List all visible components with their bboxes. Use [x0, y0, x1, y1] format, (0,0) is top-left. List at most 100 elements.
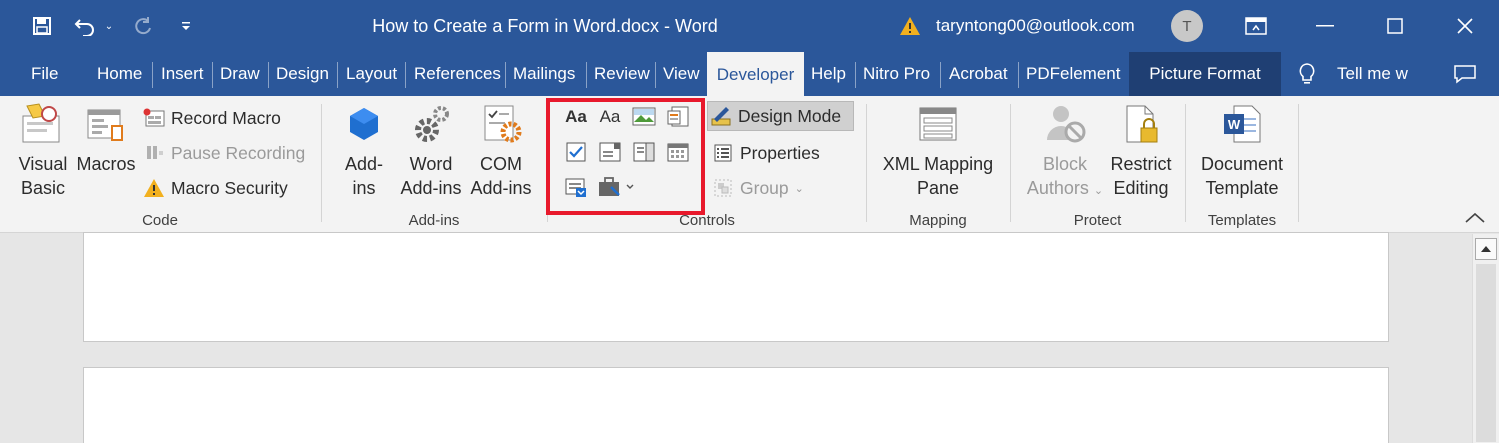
tab-divider [586, 62, 587, 88]
tab-draw[interactable]: Draw [220, 52, 260, 96]
visual-basic-label-1: Visual [18, 154, 68, 174]
tab-home[interactable]: Home [97, 52, 142, 96]
ribbon: Visual Basic Macros Record Macro Pause R… [0, 96, 1499, 233]
maximize-icon[interactable] [1380, 0, 1410, 52]
design-mode-button[interactable]: Design Mode [707, 101, 854, 131]
restrict-editing-label-2: Editing [1113, 178, 1169, 198]
restrict-editing-button[interactable]: Restrict Editing [1108, 102, 1174, 200]
scroll-up-button[interactable] [1475, 238, 1497, 260]
tab-file[interactable]: File [31, 52, 58, 96]
tab-picture-format[interactable]: Picture Format [1129, 52, 1281, 96]
add-ins-label-1: Add- [344, 154, 384, 174]
tab-divider [337, 62, 338, 88]
word-add-ins-button[interactable]: Word Add-ins [397, 102, 465, 200]
visual-basic-label-2: Basic [20, 178, 65, 198]
document-page[interactable] [83, 232, 1389, 342]
design-mode-icon [710, 105, 732, 127]
group-label-templates: Templates [1207, 212, 1277, 229]
tab-layout[interactable]: Layout [346, 52, 397, 96]
tab-view[interactable]: View [663, 52, 700, 96]
tab-developer[interactable]: Developer [707, 52, 804, 97]
tab-nitro-pro[interactable]: Nitro Pro [863, 52, 930, 96]
block-authors-button[interactable]: Block Authors ⌄ [1022, 102, 1108, 203]
minimize-icon[interactable] [1310, 0, 1340, 52]
tab-divider [405, 62, 406, 88]
macro-security-label: Macro Security [171, 177, 288, 198]
lock-document-icon [1126, 105, 1158, 143]
vertical-scrollbar[interactable] [1472, 234, 1499, 443]
properties-label: Properties [740, 142, 820, 163]
com-add-ins-button[interactable]: COM Add-ins [467, 102, 535, 200]
properties-icon [712, 142, 734, 164]
group-label-code: Code [142, 212, 178, 229]
tab-mailings[interactable]: Mailings [513, 52, 575, 96]
group-divider [1298, 104, 1299, 222]
close-icon[interactable] [1450, 0, 1480, 52]
tab-divider [1018, 62, 1019, 88]
xml-mapping-icon [919, 107, 957, 141]
tab-divider [505, 62, 506, 88]
group-button[interactable]: Group ⌄ [712, 173, 804, 203]
tab-insert[interactable]: Insert [161, 52, 204, 96]
macro-security-button[interactable]: Macro Security [143, 173, 288, 203]
block-authors-icon [1047, 106, 1086, 143]
collapse-ribbon-icon[interactable] [1462, 208, 1488, 228]
design-mode-label: Design Mode [738, 105, 842, 126]
group-divider [321, 104, 322, 222]
add-ins-label-2: ins [352, 178, 376, 198]
group-label-add-ins: Add-ins [408, 212, 460, 229]
tab-acrobat[interactable]: Acrobat [949, 52, 1008, 96]
pause-recording-label: Pause Recording [171, 142, 306, 163]
store-icon [350, 108, 378, 140]
highlight-annotation-box [546, 98, 705, 215]
visual-basic-button[interactable]: Visual Basic [14, 102, 72, 200]
tab-review[interactable]: Review [594, 52, 650, 96]
word-add-ins-label-1: Word [409, 154, 453, 174]
tab-pdfelement[interactable]: PDFelement [1026, 52, 1120, 96]
add-ins-button[interactable]: Add- ins [338, 102, 390, 200]
document-template-button[interactable]: W Document Template [1195, 102, 1289, 200]
group-divider [1010, 104, 1011, 222]
account-email[interactable]: taryntong00@outlook.com [936, 0, 1135, 52]
tab-help[interactable]: Help [811, 52, 846, 96]
title-bar: ⌄ How to Create a Form in Word.docx - Wo… [0, 0, 1499, 52]
com-add-ins-label-2: Add-ins [470, 178, 532, 198]
chevron-down-icon: ⌄ [1093, 185, 1104, 197]
restrict-editing-label-1: Restrict [1110, 154, 1172, 174]
ribbon-display-options-icon[interactable] [1243, 0, 1269, 52]
group-label-mapping: Mapping [909, 212, 967, 229]
macros-button[interactable]: Macros [76, 102, 136, 176]
scroll-thumb[interactable] [1476, 264, 1496, 442]
group-divider [1185, 104, 1186, 222]
tab-design[interactable]: Design [276, 52, 329, 96]
comments-icon[interactable] [1453, 52, 1477, 96]
ribbon-tabs: File Home Insert Draw Design Layout Refe… [0, 52, 1499, 97]
document-template-label-2: Template [1205, 178, 1279, 198]
record-macro-button[interactable]: Record Macro [143, 103, 281, 133]
tab-divider [212, 62, 213, 88]
xml-mapping-label-2: Pane [916, 178, 960, 198]
xml-mapping-pane-button[interactable]: XML Mapping Pane [878, 102, 998, 200]
group-label-protect: Protect [1073, 212, 1122, 229]
tab-references[interactable]: References [414, 52, 501, 96]
group-label: Group [740, 177, 789, 198]
pause-recording-button[interactable]: Pause Recording [143, 138, 305, 168]
properties-button[interactable]: Properties [712, 138, 820, 168]
svg-text:W: W [1228, 117, 1241, 132]
document-page[interactable] [83, 367, 1389, 443]
tab-divider [655, 62, 656, 88]
chevron-down-icon: ⌄ [794, 182, 804, 195]
document-area [0, 232, 1499, 443]
group-icon [712, 177, 734, 199]
tab-divider [855, 62, 856, 88]
avatar[interactable]: T [1171, 10, 1203, 42]
warning-icon[interactable] [898, 0, 922, 52]
gear-icon [415, 106, 449, 142]
document-template-label-1: Document [1200, 154, 1284, 174]
tab-divider [268, 62, 269, 88]
lightbulb-icon[interactable] [1298, 52, 1316, 96]
macros-icon [87, 109, 123, 141]
tell-me-search[interactable]: Tell me w [1337, 52, 1408, 96]
visual-basic-icon [22, 103, 60, 143]
pause-icon [143, 142, 165, 164]
